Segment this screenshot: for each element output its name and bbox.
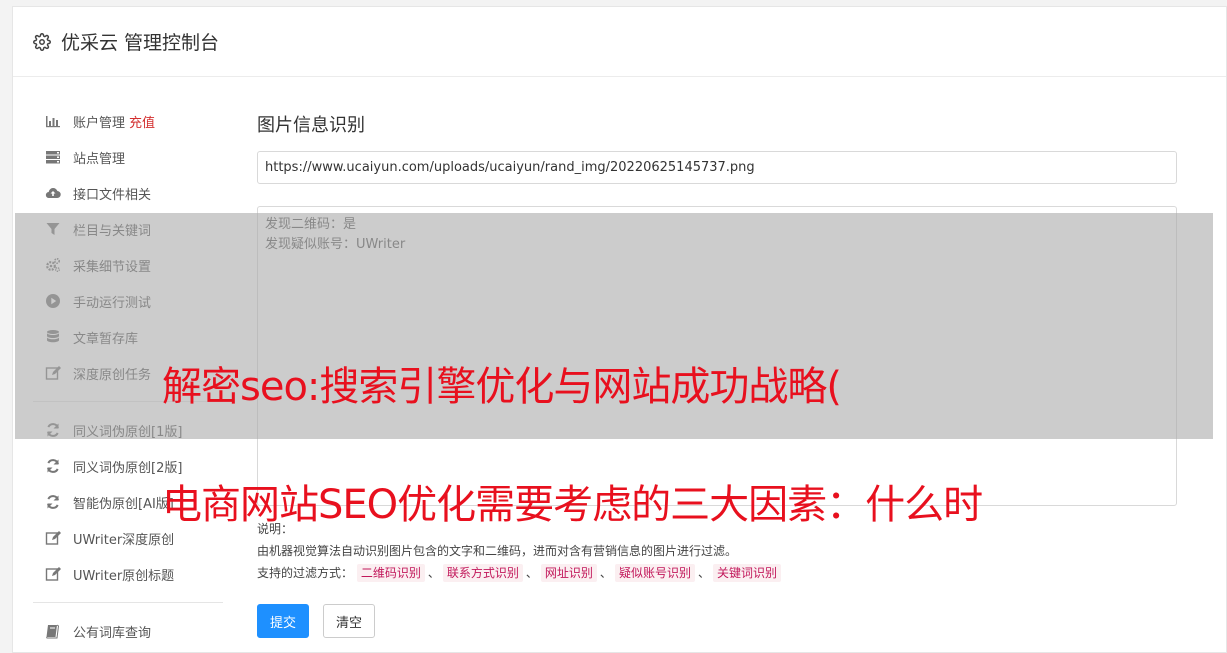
refresh-icon bbox=[45, 458, 61, 474]
database-icon bbox=[45, 329, 61, 345]
sidebar-item-label: UWriter原创标题 bbox=[73, 568, 175, 584]
filters-row: 支持的过滤方式： 二维码识别、联系方式识别、网址识别、疑似账号识别、关键词识别 bbox=[257, 562, 1178, 584]
server-icon bbox=[45, 149, 61, 165]
notes-label: 说明： bbox=[257, 522, 294, 536]
sidebar-item-label: 账户管理 bbox=[73, 115, 126, 131]
sidebar-item-deep-original-task[interactable]: 深度原创任务 bbox=[33, 355, 223, 391]
filter-separator: 、 bbox=[697, 566, 710, 580]
notes: 说明： 由机器视觉算法自动识别图片包含的文字和二维码，进而对含有营销信息的图片进… bbox=[257, 518, 1178, 584]
page-title: 图片信息识别 bbox=[257, 115, 365, 136]
sidebar-item-label: 文章暂存库 bbox=[73, 331, 139, 347]
header: 优采云 管理控制台 bbox=[13, 7, 1226, 77]
edit-icon bbox=[45, 530, 61, 546]
sidebar-divider bbox=[33, 401, 223, 402]
filters-label: 支持的过滤方式： bbox=[257, 566, 354, 580]
sidebar-item-uwriter-title[interactable]: UWriter原创标题 bbox=[33, 556, 223, 592]
sidebar-item-uwriter-deep[interactable]: UWriter深度原创 bbox=[33, 520, 223, 556]
submit-button[interactable]: 提交 bbox=[257, 604, 310, 638]
result-textarea[interactable]: 发现二维码：是 发现疑似账号：UWriter bbox=[257, 206, 1177, 506]
result-line: 发现二维码：是 bbox=[265, 217, 357, 232]
image-url-input[interactable] bbox=[257, 151, 1177, 184]
button-row: 提交 清空 bbox=[257, 604, 1178, 638]
play-circle-icon bbox=[45, 293, 61, 309]
sidebar-item-label: 手动运行测试 bbox=[73, 295, 152, 311]
recharge-link[interactable]: 充值 bbox=[129, 112, 155, 131]
filter-separator: 、 bbox=[599, 566, 612, 580]
sidebar-item-label: 站点管理 bbox=[73, 151, 126, 167]
sidebar-item-public-lexicon[interactable]: 公有词库查询 bbox=[33, 613, 223, 649]
sidebar: 账户管理 充值 站点管理 接口文件相关 栏目与关键词 采集细节设置 手动运行测试… bbox=[33, 103, 223, 649]
sidebar-item-label: 同义词伪原创[1版] bbox=[73, 424, 183, 440]
sidebar-item-sites[interactable]: 站点管理 bbox=[33, 139, 223, 175]
filter-separator: 、 bbox=[427, 566, 440, 580]
sidebar-divider bbox=[33, 602, 223, 603]
filter-tag: 二维码识别 bbox=[356, 564, 425, 582]
refresh-icon bbox=[45, 494, 61, 510]
sidebar-item-label: UWriter深度原创 bbox=[73, 532, 175, 548]
book-icon bbox=[45, 623, 61, 639]
sidebar-item-synonym-v2[interactable]: 同义词伪原创[2版] bbox=[33, 448, 223, 484]
sidebar-item-account[interactable]: 账户管理 充值 bbox=[33, 103, 223, 139]
edit-icon bbox=[45, 566, 61, 582]
main-content: 图片信息识别 发现二维码：是 发现疑似账号：UWriter 说明： 由机器视觉算… bbox=[257, 103, 1178, 638]
sidebar-item-label: 同义词伪原创[2版] bbox=[73, 460, 183, 476]
sidebar-item-label: 深度原创任务 bbox=[73, 367, 152, 383]
sidebar-item-label: 栏目与关键词 bbox=[73, 223, 152, 239]
clear-button[interactable]: 清空 bbox=[323, 604, 376, 638]
sidebar-item-label: 接口文件相关 bbox=[73, 187, 152, 203]
sidebar-item-synonym-v1[interactable]: 同义词伪原创[1版] bbox=[33, 412, 223, 448]
cloud-upload-icon bbox=[45, 185, 61, 201]
gear-icon bbox=[33, 32, 51, 51]
filter-tag: 疑似账号识别 bbox=[614, 564, 695, 582]
sidebar-item-manual-run[interactable]: 手动运行测试 bbox=[33, 283, 223, 319]
app-title: 优采云 管理控制台 bbox=[61, 32, 220, 54]
bar-chart-icon bbox=[45, 113, 61, 129]
sidebar-item-label: 公有词库查询 bbox=[73, 625, 152, 641]
filter-icon bbox=[45, 221, 61, 237]
sidebar-item-smart-ai[interactable]: 智能伪原创[AI版] bbox=[33, 484, 223, 520]
refresh-icon bbox=[45, 422, 61, 438]
edit-icon bbox=[45, 365, 61, 381]
sidebar-item-article-storage[interactable]: 文章暂存库 bbox=[33, 319, 223, 355]
sidebar-item-label: 采集细节设置 bbox=[73, 259, 152, 275]
sidebar-item-label: 智能伪原创[AI版] bbox=[73, 496, 174, 512]
app-window: 优采云 管理控制台 账户管理 充值 站点管理 接口文件相关 栏目与关键词 采集细… bbox=[12, 6, 1227, 653]
sidebar-item-columns-keywords[interactable]: 栏目与关键词 bbox=[33, 211, 223, 247]
result-line: 发现疑似账号：UWriter bbox=[265, 237, 406, 252]
cogs-icon bbox=[45, 257, 61, 273]
notes-description: 由机器视觉算法自动识别图片包含的文字和二维码，进而对含有营销信息的图片进行过滤。 bbox=[257, 544, 738, 558]
filter-tag: 关键词识别 bbox=[712, 564, 781, 582]
sidebar-item-collection-settings[interactable]: 采集细节设置 bbox=[33, 247, 223, 283]
filter-separator: 、 bbox=[525, 566, 538, 580]
filter-tag: 联系方式识别 bbox=[442, 564, 523, 582]
sidebar-item-interface-files[interactable]: 接口文件相关 bbox=[33, 175, 223, 211]
filter-tag: 网址识别 bbox=[540, 564, 597, 582]
